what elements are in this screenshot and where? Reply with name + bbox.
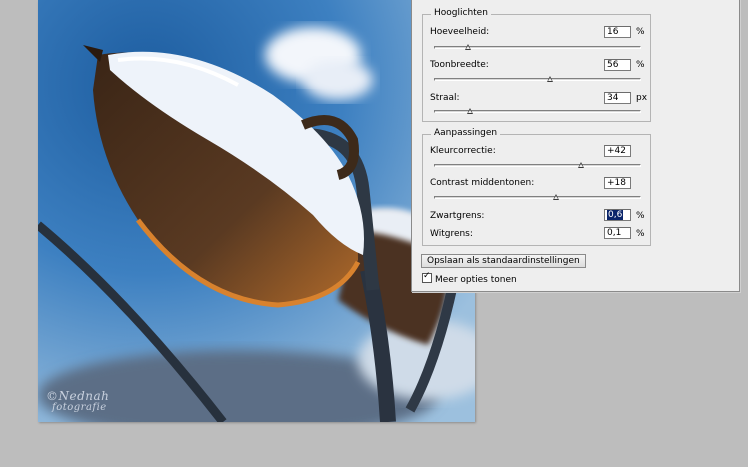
radius-label: Straal: [430,93,460,103]
black-clip-unit: % [636,211,645,221]
radius-slider-thumb[interactable] [466,108,473,114]
amount-input[interactable]: 16 [604,26,631,38]
color-correction-input[interactable]: +42 [604,145,631,157]
more-options-checkbox[interactable] [422,271,432,283]
amount-slider-thumb[interactable] [464,44,471,50]
sunflower-image [38,0,475,422]
color-correction-label: Kleurcorrectie: [430,146,496,156]
midtone-contrast-input[interactable]: +18 [604,177,631,189]
save-as-defaults-button[interactable]: Opslaan als standaardinstellingen [421,254,586,268]
white-clip-unit: % [636,229,645,239]
color-correction-slider-thumb[interactable] [577,162,584,168]
tonal-width-label: Toonbreedte: [430,60,489,70]
photo-preview: ©Nednah fotografie [38,0,475,422]
more-options-toggle[interactable]: Meer opties tonen [422,271,517,285]
radius-unit: px [636,93,648,103]
black-clip-label: Zwartgrens: [430,211,485,221]
watermark-line2: fotografie [52,402,107,413]
radius-slider[interactable] [434,108,641,114]
tonal-width-slider-thumb[interactable] [546,76,553,82]
more-options-label: Meer opties tonen [435,275,517,285]
black-clip-input[interactable]: 0,6 [604,209,631,221]
amount-slider[interactable] [434,44,641,50]
amount-label: Hoeveelheid: [430,27,490,37]
white-clip-label: Witgrens: [430,229,473,239]
highlights-group: Hooglichten Hoeveelheid: 16 % Toonbreedt… [422,8,651,122]
adjustments-group: Aanpassingen Kleurcorrectie: +42 Contras… [422,128,651,246]
photo-watermark: ©Nednah fotografie [46,389,110,413]
midtone-contrast-label: Contrast middentonen: [430,178,535,188]
tonal-width-input[interactable]: 56 [604,59,631,71]
watermark-line1: ©Nednah [46,389,110,403]
midtone-contrast-slider[interactable] [434,194,641,200]
tonal-width-unit: % [636,60,645,70]
white-clip-input[interactable]: 0,1 [604,227,631,239]
amount-unit: % [636,27,645,37]
shadows-highlights-dialog: Hooglichten Hoeveelheid: 16 % Toonbreedt… [411,0,740,292]
radius-input[interactable]: 34 [604,92,631,104]
color-correction-slider[interactable] [434,162,641,168]
highlights-group-title: Hooglichten [431,8,491,18]
tonal-width-slider[interactable] [434,76,641,82]
adjustments-group-title: Aanpassingen [431,128,501,138]
midtone-contrast-slider-thumb[interactable] [552,194,559,200]
